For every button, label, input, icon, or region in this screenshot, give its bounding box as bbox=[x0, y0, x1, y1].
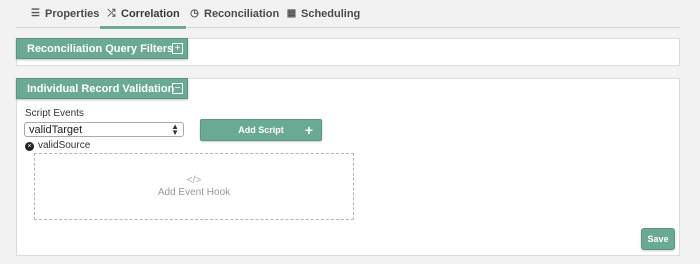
tab-bar: ☰ Properties ⤮ Correlation ◷ Reconciliat… bbox=[16, 0, 680, 29]
save-button[interactable]: Save bbox=[641, 228, 675, 250]
tab-properties-label: Properties bbox=[45, 8, 100, 20]
tab-scheduling[interactable]: ▦ Scheduling bbox=[284, 0, 362, 28]
tab-scheduling-label: Scheduling bbox=[301, 8, 361, 20]
record-validation-title: Individual Record Validation bbox=[27, 82, 175, 95]
add-script-button[interactable]: Add Script + bbox=[200, 119, 322, 141]
tab-correlation[interactable]: ⤮ Correlation bbox=[100, 0, 186, 29]
query-filters-title: Reconciliation Query Filters bbox=[27, 42, 174, 55]
add-event-hook-label: Add Event Hook bbox=[157, 187, 231, 198]
collapse-icon[interactable]: − bbox=[172, 83, 183, 94]
expand-icon[interactable]: + bbox=[172, 43, 183, 54]
code-icon: </> bbox=[186, 175, 202, 186]
tab-reconciliation[interactable]: ◷ Reconciliation bbox=[187, 0, 281, 28]
script-events-select-value: validTarget bbox=[29, 123, 83, 136]
tab-properties[interactable]: ☰ Properties bbox=[28, 0, 101, 28]
list-icon: ☰ bbox=[31, 8, 40, 19]
record-validation-panel: Individual Record Validation − Script Ev… bbox=[16, 78, 680, 256]
calendar-icon: ▦ bbox=[286, 8, 297, 19]
event-name-label: validSource bbox=[38, 140, 91, 151]
script-events-label: Script Events bbox=[25, 108, 84, 119]
select-arrows-icon: ▲ ▼ bbox=[171, 121, 179, 137]
shuffle-icon: ⤮ bbox=[107, 8, 116, 19]
remove-event-icon[interactable]: × bbox=[25, 142, 34, 151]
clock-icon: ◷ bbox=[190, 8, 199, 19]
query-filters-panel: Reconciliation Query Filters + bbox=[16, 38, 680, 66]
add-script-label: Add Script bbox=[238, 125, 284, 135]
query-filters-header[interactable]: Reconciliation Query Filters + bbox=[16, 38, 188, 59]
tab-correlation-label: Correlation bbox=[121, 8, 180, 20]
plus-icon: + bbox=[304, 122, 313, 138]
script-events-select[interactable]: validTarget ▲ ▼ bbox=[24, 122, 184, 137]
tab-reconciliation-label: Reconciliation bbox=[204, 8, 280, 20]
add-event-hook-area[interactable]: </> Add Event Hook bbox=[34, 153, 354, 220]
record-validation-header[interactable]: Individual Record Validation − bbox=[16, 78, 188, 99]
